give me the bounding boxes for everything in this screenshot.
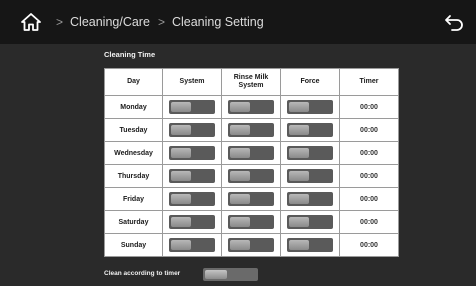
rinse-milk-system-toggle[interactable] — [228, 100, 274, 114]
rinse-milk-system-toggle[interactable] — [228, 238, 274, 252]
chevron-right-icon: > — [157, 15, 165, 29]
table-row: Monday 00:00 — [104, 95, 399, 119]
day-label: Wednesday — [104, 141, 163, 165]
cleaning-time-table: Day System Rinse Milk System Force Timer… — [104, 68, 399, 257]
force-toggle[interactable] — [287, 238, 333, 252]
timer-value[interactable]: 00:00 — [339, 118, 399, 142]
table-row: Saturday 00:00 — [104, 210, 399, 234]
table-row: Thursday 00:00 — [104, 164, 399, 188]
force-toggle[interactable] — [287, 169, 333, 183]
back-icon[interactable] — [444, 13, 464, 31]
system-toggle[interactable] — [169, 123, 215, 137]
timer-value[interactable]: 00:00 — [339, 233, 399, 257]
force-toggle[interactable] — [287, 123, 333, 137]
timer-value[interactable]: 00:00 — [339, 210, 399, 234]
table-row: Tuesday 00:00 — [104, 118, 399, 142]
top-bar: > Cleaning/Care > Cleaning Setting — [0, 0, 476, 44]
system-toggle[interactable] — [169, 146, 215, 160]
timer-value[interactable]: 00:00 — [339, 187, 399, 211]
day-label: Friday — [104, 187, 163, 211]
column-header-timer: Timer — [339, 68, 399, 96]
breadcrumb-cleaning-setting: Cleaning Setting — [171, 15, 264, 29]
chevron-right-icon: > — [56, 15, 64, 29]
system-toggle[interactable] — [169, 192, 215, 206]
section-title: Cleaning Time — [104, 50, 156, 59]
column-header-day: Day — [104, 68, 163, 96]
column-header-force: Force — [280, 68, 340, 96]
column-header-rinse-milk-system: Rinse Milk System — [221, 68, 281, 96]
force-toggle[interactable] — [287, 215, 333, 229]
rinse-milk-system-toggle[interactable] — [228, 169, 274, 183]
rinse-milk-system-toggle[interactable] — [228, 123, 274, 137]
breadcrumb-cleaning-care[interactable]: Cleaning/Care — [70, 15, 150, 29]
timer-value[interactable]: 00:00 — [339, 164, 399, 188]
table-row: Friday 00:00 — [104, 187, 399, 211]
system-toggle[interactable] — [169, 238, 215, 252]
breadcrumb: > Cleaning/Care > Cleaning Setting — [48, 0, 264, 44]
force-toggle[interactable] — [287, 100, 333, 114]
day-label: Thursday — [104, 164, 163, 188]
system-toggle[interactable] — [169, 169, 215, 183]
timer-value[interactable]: 00:00 — [339, 141, 399, 165]
rinse-milk-system-toggle[interactable] — [228, 146, 274, 160]
force-toggle[interactable] — [287, 192, 333, 206]
table-header-row: Day System Rinse Milk System Force Timer — [104, 68, 399, 96]
table-row: Wednesday 00:00 — [104, 141, 399, 165]
force-toggle[interactable] — [287, 146, 333, 160]
system-toggle[interactable] — [169, 100, 215, 114]
day-label: Sunday — [104, 233, 163, 257]
column-header-system: System — [162, 68, 222, 96]
table-row: Sunday 00:00 — [104, 233, 399, 257]
timer-value[interactable]: 00:00 — [339, 95, 399, 119]
clean-by-timer-label: Clean according to timer — [104, 270, 181, 277]
rinse-milk-system-toggle[interactable] — [228, 192, 274, 206]
day-label: Saturday — [104, 210, 163, 234]
home-icon[interactable] — [21, 13, 41, 31]
rinse-milk-system-toggle[interactable] — [228, 215, 274, 229]
day-label: Tuesday — [104, 118, 163, 142]
system-toggle[interactable] — [169, 215, 215, 229]
clean-by-timer-toggle[interactable] — [203, 268, 258, 281]
day-label: Monday — [104, 95, 163, 119]
